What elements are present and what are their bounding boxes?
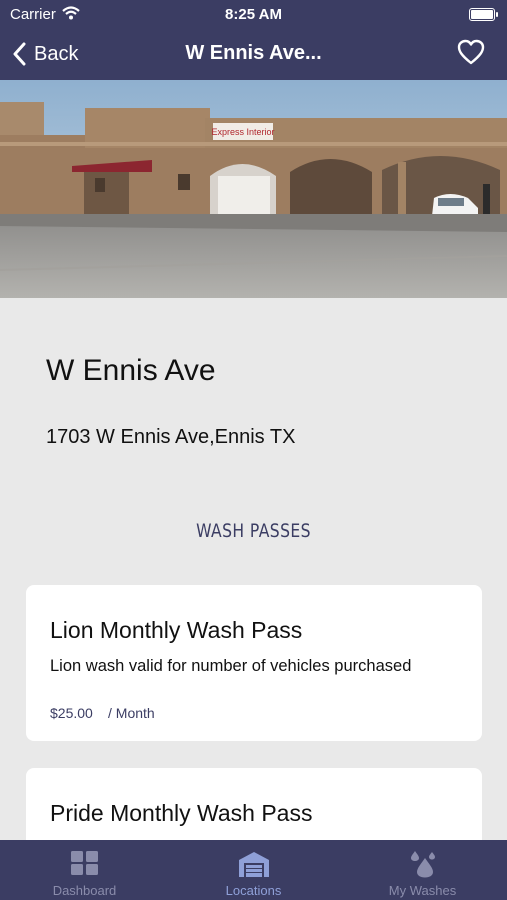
wash-pass-period: / Month xyxy=(108,705,155,721)
wash-pass-card[interactable]: Lion Monthly Wash Pass Lion wash valid f… xyxy=(26,585,482,741)
wash-pass-name: Lion Monthly Wash Pass xyxy=(50,617,303,643)
water-drops-icon xyxy=(338,850,507,878)
location-photo: Express Interior xyxy=(0,80,507,298)
tab-bar: Dashboard Locations My Washes xyxy=(0,840,507,900)
favorite-heart-icon[interactable] xyxy=(457,39,485,70)
dashboard-grid-icon xyxy=(0,850,169,876)
tab-dashboard[interactable]: Dashboard xyxy=(0,840,169,900)
location-address: 1703 W Ennis Ave,Ennis TX xyxy=(46,426,296,448)
tab-locations[interactable]: Locations xyxy=(169,840,338,900)
wash-pass-description: Lion wash valid for number of vehicles p… xyxy=(50,657,412,675)
battery-icon xyxy=(469,8,498,21)
tab-my-washes[interactable]: My Washes xyxy=(338,840,507,900)
section-title-wash-passes: WASH PASSES xyxy=(196,520,311,542)
sign-text: Express Interior xyxy=(211,127,274,137)
location-details: W Ennis Ave 1703 W Ennis Ave,Ennis TX WA… xyxy=(0,298,507,888)
location-name: W Ennis Ave xyxy=(46,354,216,387)
tab-label: Locations xyxy=(225,883,282,898)
nav-bar: Back W Ennis Ave... xyxy=(0,28,507,80)
wash-pass-name: Pride Monthly Wash Pass xyxy=(50,800,313,826)
tab-label: My Washes xyxy=(388,883,457,898)
clock: 8:25 AM xyxy=(225,6,282,23)
page-title: W Ennis Ave... xyxy=(185,42,322,64)
tab-label: Dashboard xyxy=(52,883,117,898)
garage-icon xyxy=(169,850,338,878)
wash-pass-price: $25.00 xyxy=(50,705,93,721)
status-bar: Carrier 8:25 AM xyxy=(0,0,507,28)
